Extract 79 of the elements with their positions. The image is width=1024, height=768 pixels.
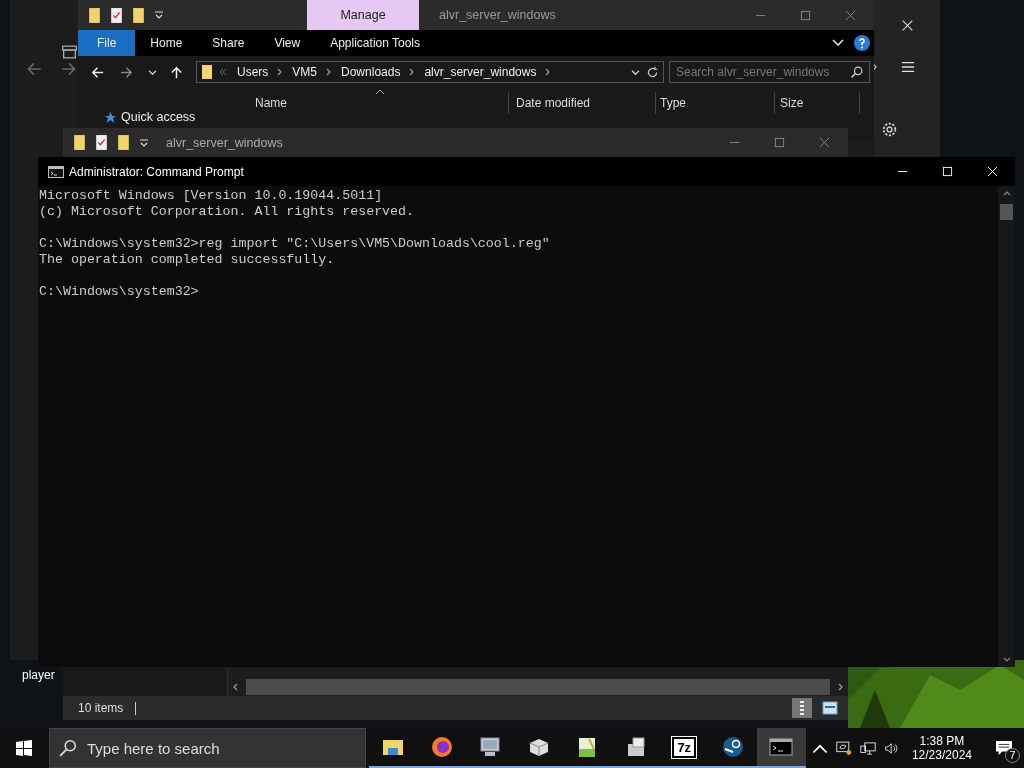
app-logo-icon	[720, 735, 745, 759]
network-icon[interactable]	[859, 740, 876, 756]
breadcrumb-item[interactable]: alvr_server_windows	[424, 65, 537, 79]
desktop-icon-label[interactable]: player	[14, 668, 63, 682]
window-title: alvr_server_windows	[166, 135, 283, 150]
ribbon-tab[interactable]: View	[259, 30, 316, 56]
context-tab[interactable]: Manage	[307, 0, 419, 30]
update-icon[interactable]	[835, 740, 852, 756]
scrollbar[interactable]	[998, 186, 1015, 667]
forward-icon[interactable]	[60, 60, 78, 78]
breadcrumb-item[interactable]: VM5	[292, 65, 318, 79]
settings-icon[interactable]	[881, 121, 898, 138]
search-field[interactable]: Type here to search	[49, 728, 366, 768]
chevron-down-icon[interactable]	[832, 39, 844, 47]
breadcrumb-item[interactable]: Downloads	[341, 65, 401, 79]
chevron-down-icon[interactable]	[631, 68, 640, 76]
sort-caret-icon	[375, 89, 385, 95]
ribbon-tab[interactable]: Share	[197, 30, 260, 56]
star-icon	[104, 110, 117, 124]
properties-icon[interactable]	[95, 134, 108, 151]
folder-icon	[201, 64, 213, 80]
address-bar[interactable]: Users VM5 Downloads alvr_server_windows	[196, 61, 664, 83]
search-icon	[59, 739, 77, 757]
help-icon[interactable]	[854, 35, 870, 51]
ribbon-tab[interactable]: File	[78, 30, 136, 56]
status-text: 10 items	[78, 701, 124, 715]
clock-date[interactable]: 12/23/2024	[911, 748, 972, 762]
nav-item[interactable]: Quick access	[121, 110, 196, 124]
scrollbar[interactable]	[228, 667, 848, 696]
console-line: (c) Microsoft Corporation. All rights reserved.	[39, 204, 416, 220]
up-icon[interactable]	[169, 64, 184, 80]
search-icon	[850, 66, 863, 79]
archive-icon	[62, 45, 77, 59]
scroll-down-icon[interactable]	[1002, 657, 1011, 663]
notification-count: 7	[1005, 748, 1020, 763]
refresh-icon[interactable]	[646, 65, 659, 79]
column-header[interactable]: Type	[660, 92, 775, 114]
scrollbar-thumb[interactable]	[1000, 204, 1013, 220]
window-title: Administrator: Command Prompt	[69, 164, 244, 179]
chevron-right-icon[interactable]	[545, 68, 552, 76]
column-header[interactable]: Size	[780, 92, 860, 114]
details-view-icon[interactable]	[792, 698, 812, 718]
app-logo: 7z	[672, 736, 697, 758]
column-header[interactable]: Name	[255, 92, 509, 114]
column-header[interactable]: Date modified	[516, 92, 656, 114]
dropdown-icon[interactable]	[139, 137, 149, 148]
console-line: The operation completed successfully.	[39, 252, 336, 268]
taskbar-app[interactable]: 7z	[660, 728, 709, 768]
breadcrumb-item[interactable]: Users	[237, 65, 269, 79]
browser-icon	[429, 735, 454, 759]
folder-icon[interactable]	[88, 6, 101, 24]
chevron-down-icon[interactable]	[148, 68, 157, 76]
ribbon-tab[interactable]: Home	[135, 30, 198, 56]
folder-icon[interactable]	[73, 134, 86, 151]
dropdown-icon[interactable]	[154, 10, 164, 20]
clock-time[interactable]: 1:38 PM	[919, 734, 965, 748]
window-title: alvr_server_windows	[439, 8, 557, 22]
overflow-icon[interactable]	[219, 68, 227, 76]
ribbon-tab[interactable]: Application Tools	[315, 30, 436, 56]
taskbar-app[interactable]	[757, 728, 806, 768]
start-icon[interactable]	[16, 740, 32, 756]
terminal-icon	[48, 165, 64, 178]
folder-icon[interactable]	[132, 6, 145, 24]
search-field[interactable]: Search alvr_server_windows	[669, 61, 870, 83]
chevron-right-icon[interactable]	[409, 68, 416, 76]
console-line: Microsoft Windows [Version 10.0.19044.5011]	[39, 188, 384, 204]
computer-icon	[478, 735, 503, 759]
scroll-up-icon[interactable]	[1002, 190, 1011, 196]
chevron-icon[interactable]	[871, 62, 878, 72]
chevron-right-icon[interactable]	[277, 68, 284, 76]
chevron-right-icon[interactable]	[326, 68, 333, 76]
console-line: C:\Windows\system32>reg import "C:\Users\VM5\Downloads\cool.reg"	[39, 236, 551, 252]
console-line: C:\Windows\system32>	[39, 284, 200, 300]
menu-icon[interactable]	[901, 60, 915, 74]
folder-icon[interactable]	[117, 134, 130, 151]
terminal-icon	[769, 735, 794, 759]
properties-icon[interactable]	[110, 6, 123, 24]
volume-icon[interactable]	[883, 740, 900, 756]
thumbnail-view-icon[interactable]	[820, 698, 840, 718]
